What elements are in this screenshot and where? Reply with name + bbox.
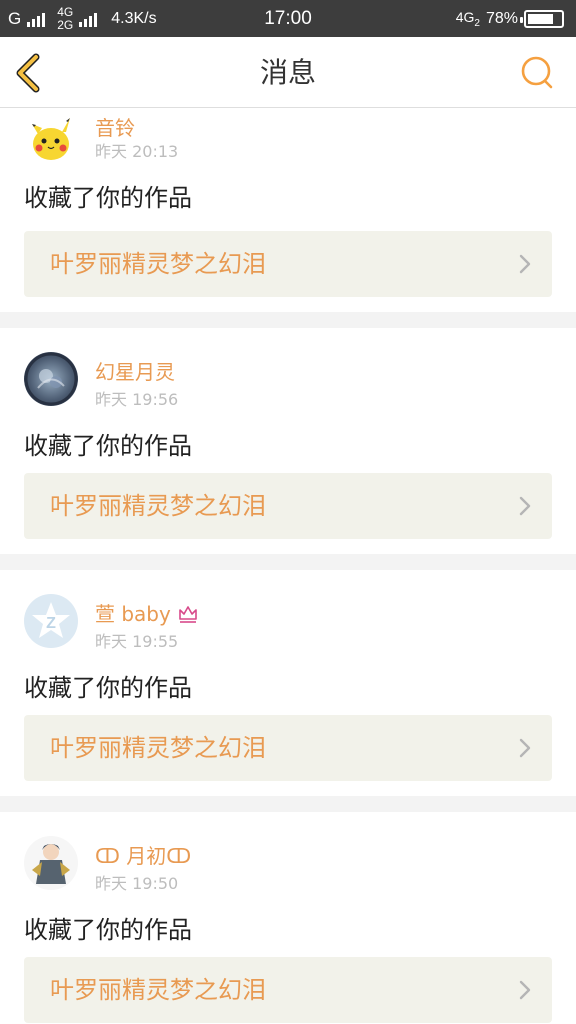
crown-emoji-icon <box>179 606 198 623</box>
battery-percent: 78% <box>485 9 518 27</box>
avatar[interactable] <box>24 110 78 164</box>
list-item: 音铃 昨天 20:13 收藏了你的作品 叶罗丽精灵梦之幻泪 <box>0 108 576 312</box>
message-action: 收藏了你的作品 <box>24 432 192 460</box>
message-time: 昨天 19:50 <box>95 874 179 893</box>
message-time: 昨天 19:56 <box>95 390 179 409</box>
chevron-right-icon <box>519 496 531 516</box>
chevron-right-icon <box>519 738 531 758</box>
battery-icon <box>520 9 564 28</box>
status-bar: G 4G 2G 4.3K/s 17:00 4G2 78% <box>0 0 576 37</box>
username[interactable]: 萱 baby <box>95 598 199 627</box>
avatar[interactable]: Z <box>24 594 78 648</box>
work-title: 叶罗丽精灵梦之幻泪 <box>50 976 266 1004</box>
list-item: 幻星月灵 昨天 19:56 收藏了你的作品 叶罗丽精灵梦之幻泪 <box>0 328 576 554</box>
avatar[interactable] <box>24 352 78 406</box>
username-text: 萱 baby <box>95 602 171 626</box>
work-title: 叶罗丽精灵梦之幻泪 <box>50 734 266 762</box>
page-title: 消息 <box>259 56 316 89</box>
avatar[interactable] <box>24 836 78 890</box>
username[interactable]: ↀ 月初ↀ <box>95 840 191 869</box>
pikachu-avatar-icon <box>32 118 70 160</box>
status-right: 4G2 78% <box>456 0 564 37</box>
work-title: 叶罗丽精灵梦之幻泪 <box>50 250 266 278</box>
message-action: 收藏了你的作品 <box>24 674 192 702</box>
message-time: 昨天 19:55 <box>95 632 179 651</box>
work-link[interactable]: 叶罗丽精灵梦之幻泪 <box>24 473 552 539</box>
message-time: 昨天 20:13 <box>95 142 179 161</box>
work-link[interactable]: 叶罗丽精灵梦之幻泪 <box>24 231 552 297</box>
list-item: ↀ 月初ↀ 昨天 19:50 收藏了你的作品 叶罗丽精灵梦之幻泪 <box>0 812 576 1024</box>
work-title: 叶罗丽精灵梦之幻泪 <box>50 492 266 520</box>
chevron-right-icon <box>519 254 531 274</box>
anime-avatar-icon <box>24 352 78 406</box>
list-item: Z 萱 baby 昨天 19:55 收藏了你的作品 叶罗丽精灵梦之幻泪 <box>0 570 576 796</box>
username[interactable]: 音铃 <box>95 112 135 141</box>
message-action: 收藏了你的作品 <box>24 184 192 212</box>
app-header: 消息 <box>0 37 576 108</box>
anime-boy-avatar-icon <box>32 844 70 884</box>
message-list[interactable]: 音铃 昨天 20:13 收藏了你的作品 叶罗丽精灵梦之幻泪 幻星月灵 昨天 19… <box>0 108 576 1024</box>
work-link[interactable]: 叶罗丽精灵梦之幻泪 <box>24 715 552 781</box>
svg-text:Z: Z <box>46 615 56 632</box>
qzone-default-avatar-icon: Z <box>32 602 70 638</box>
work-link[interactable]: 叶罗丽精灵梦之幻泪 <box>24 957 552 1023</box>
message-action: 收藏了你的作品 <box>24 916 192 944</box>
username[interactable]: 幻星月灵 <box>95 356 175 385</box>
chevron-right-icon <box>519 980 531 1000</box>
net-right-label: 4G2 <box>455 8 480 29</box>
search-icon <box>521 56 553 89</box>
search-button[interactable] <box>518 54 556 92</box>
